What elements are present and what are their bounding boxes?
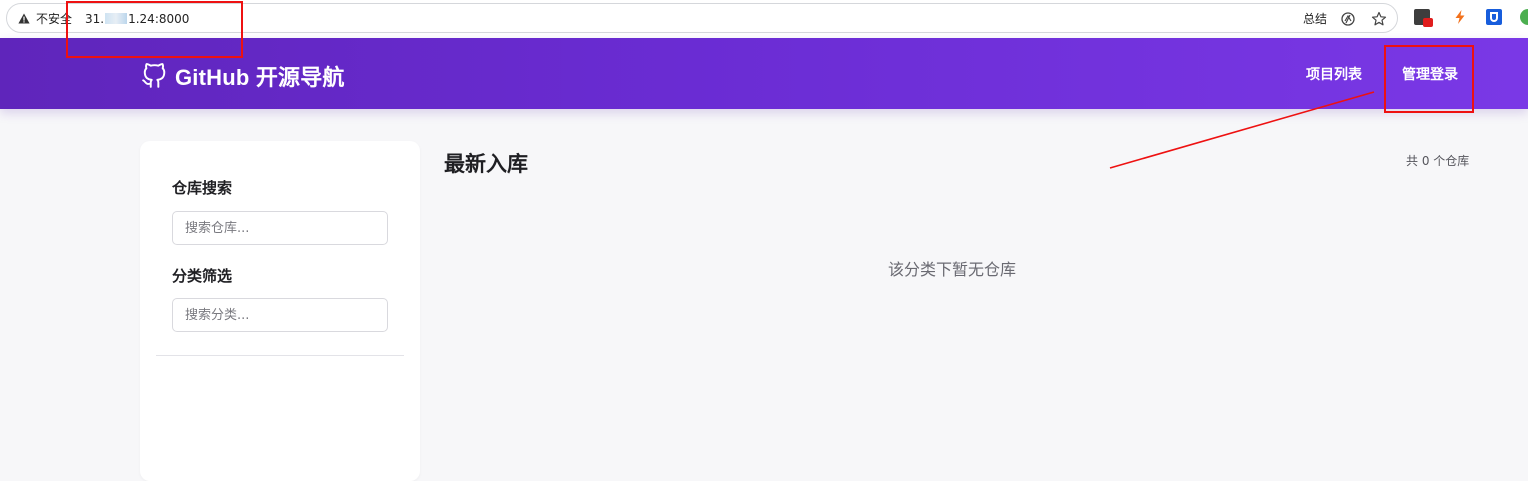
category-search-input[interactable]	[172, 298, 388, 332]
brand-link[interactable]: GitHub 开源导航	[141, 60, 345, 92]
brand-title: GitHub 开源导航	[175, 65, 345, 90]
repo-search-input[interactable]	[172, 211, 388, 245]
summary-button[interactable]: 总结	[1303, 11, 1327, 27]
category-filter-title: 分类筛选	[172, 267, 233, 285]
warning-icon[interactable]	[18, 13, 30, 24]
profile-icon[interactable]	[1520, 9, 1528, 25]
star-icon[interactable]	[1371, 11, 1387, 27]
annotation-box-url	[66, 1, 243, 58]
filter-sidebar: 仓库搜索 分类筛选	[140, 141, 420, 481]
github-icon	[142, 63, 166, 88]
repo-count: 共 0 个仓库	[1406, 154, 1470, 168]
bolt-icon[interactable]	[1452, 9, 1468, 25]
nav-projects-link[interactable]: 项目列表	[1306, 64, 1362, 84]
extension-icon[interactable]	[1414, 9, 1433, 27]
extension-badge	[1423, 18, 1433, 27]
repo-search-title: 仓库搜索	[172, 179, 233, 197]
page-title: 最新入库	[444, 152, 528, 176]
sidebar-divider	[156, 355, 404, 356]
translate-icon[interactable]	[1341, 12, 1355, 26]
bitwarden-icon[interactable]	[1486, 9, 1502, 25]
annotation-box-admin-login	[1384, 45, 1474, 113]
empty-state-message: 该分类下暂无仓库	[888, 260, 1017, 279]
